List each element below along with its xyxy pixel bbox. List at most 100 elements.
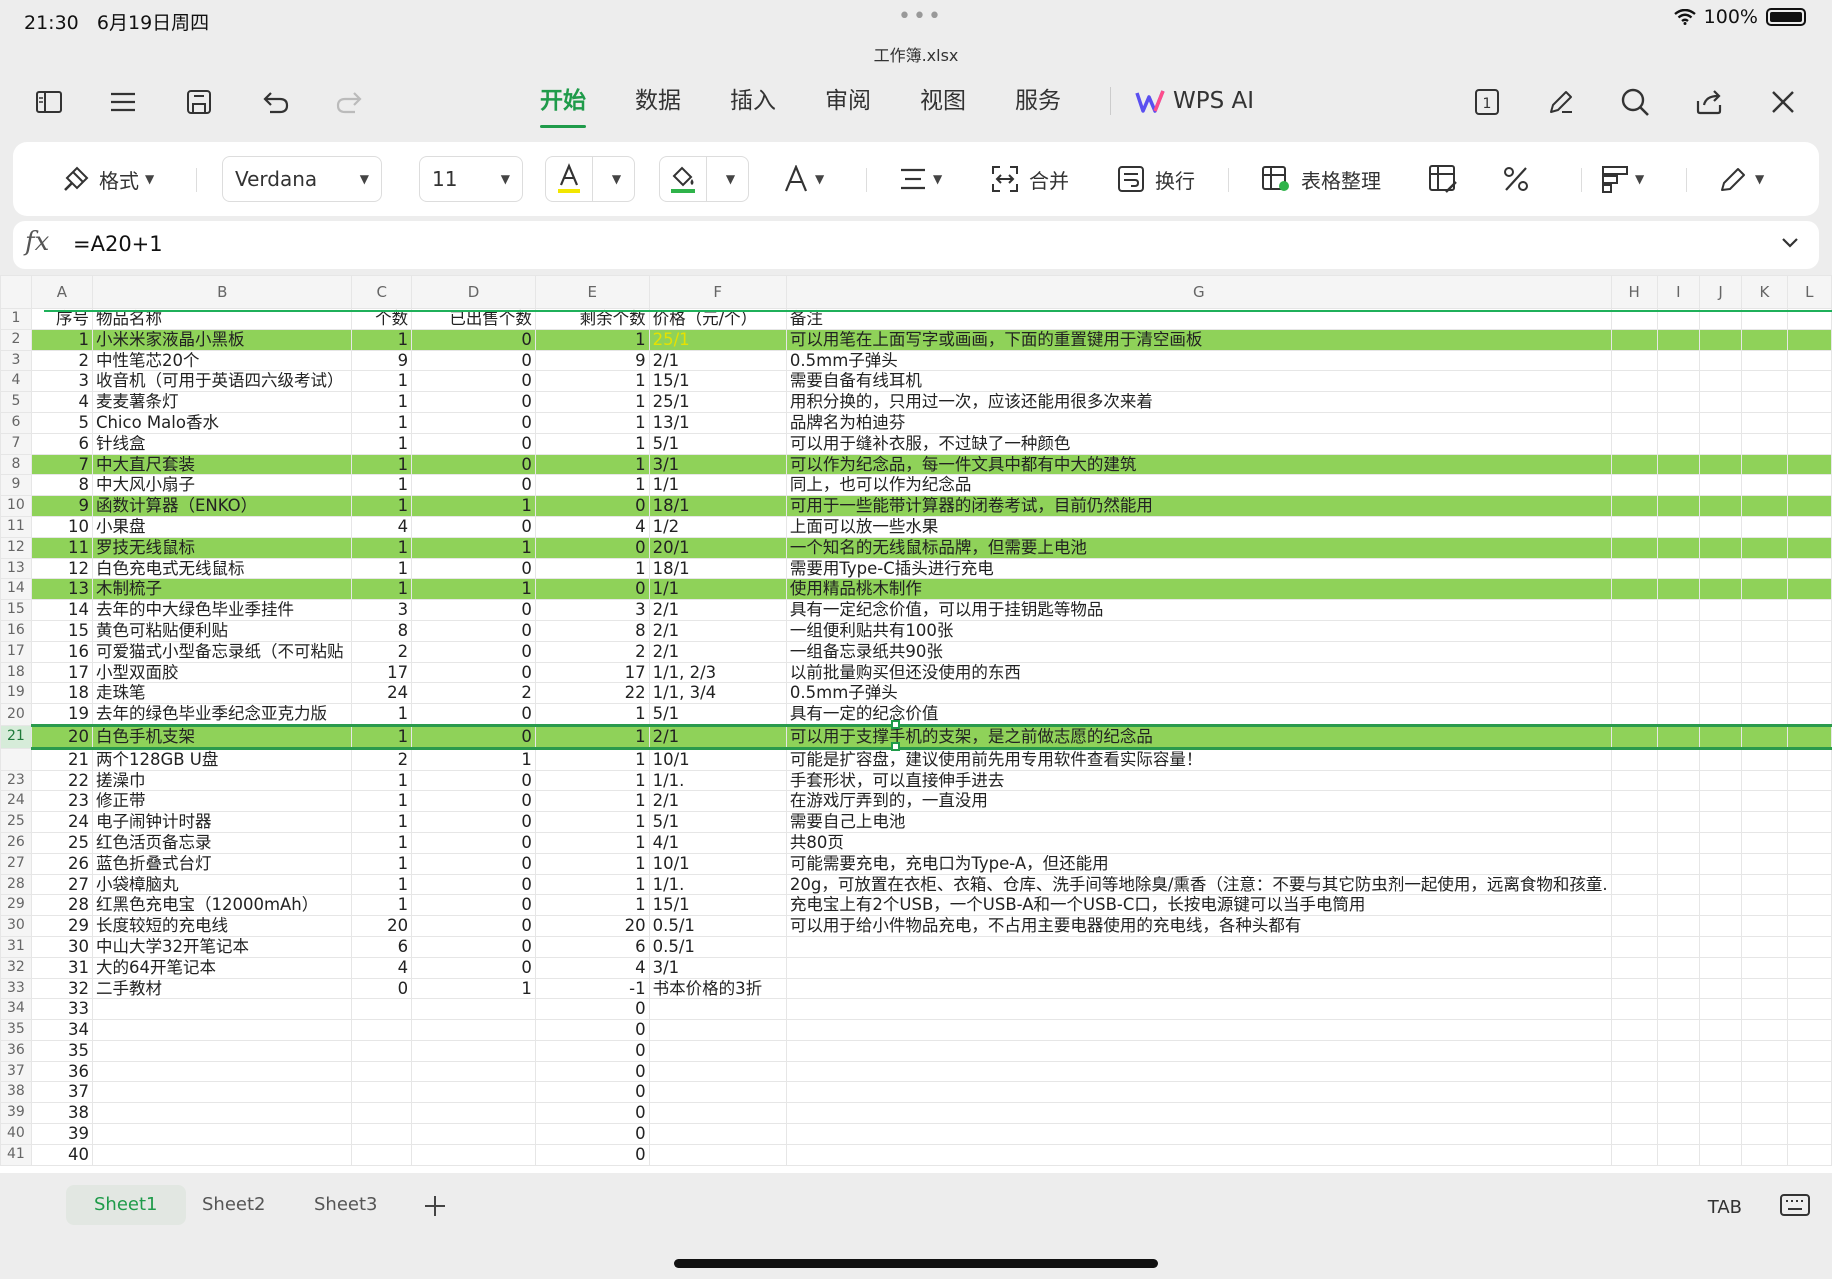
cell-empty[interactable] <box>1741 852 1788 875</box>
cell-a[interactable]: 28 <box>30 894 93 917</box>
cell-c[interactable]: 3 <box>351 599 413 621</box>
row-header[interactable]: 12 <box>0 536 32 559</box>
cell-b[interactable]: 小米米家液晶小黑板 <box>91 328 353 351</box>
cell-empty[interactable] <box>1741 536 1788 559</box>
cell-empty[interactable] <box>1656 349 1700 372</box>
table-row[interactable]: 28 27 小袋樟脑丸 1 0 1 1/1. 20g，可放置在衣柜、衣箱、仓库、洗手间等地除臭… <box>0 873 1832 896</box>
cell-e[interactable]: 1 <box>534 328 650 351</box>
cell-f[interactable] <box>648 1102 787 1125</box>
cell-empty[interactable] <box>1698 349 1743 372</box>
cell-empty[interactable] <box>1741 977 1788 1000</box>
cell-b[interactable] <box>91 1039 353 1062</box>
cell-empty[interactable] <box>1656 1102 1700 1125</box>
cell-d[interactable] <box>411 998 536 1021</box>
cell-a[interactable]: 2 <box>30 349 93 372</box>
cell-e[interactable]: 1 <box>534 852 650 875</box>
table-row[interactable]: 20 19 去年的绿色毕业季纪念亚克力版 1 0 1 5/1 具有一定的纪念价值 <box>0 703 1832 726</box>
cell-empty[interactable] <box>1786 1123 1832 1145</box>
row-header[interactable]: 19 <box>0 682 32 705</box>
cell-empty[interactable] <box>1698 432 1743 455</box>
cell-empty[interactable] <box>1610 661 1658 684</box>
cell-empty[interactable] <box>1610 811 1658 833</box>
cell-empty[interactable] <box>1698 682 1743 705</box>
cell-empty[interactable] <box>1610 723 1658 750</box>
cell-d[interactable]: 0 <box>411 391 536 413</box>
row-header[interactable]: 36 <box>0 1039 32 1062</box>
cell-d[interactable] <box>411 1060 536 1083</box>
cell-a[interactable]: 3 <box>30 370 93 393</box>
row-header[interactable]: 41 <box>0 1143 32 1166</box>
cell-c[interactable] <box>351 1039 413 1062</box>
cell-empty[interactable] <box>1786 370 1832 393</box>
cell-e[interactable]: 1 <box>534 747 650 771</box>
cell-g[interactable] <box>785 1143 1612 1166</box>
cell-f[interactable]: 1/1. <box>648 873 787 896</box>
cell-empty[interactable] <box>1698 1060 1743 1083</box>
sheet-tab-2[interactable]: Sheet2 <box>174 1185 294 1225</box>
row-header[interactable]: 40 <box>0 1123 32 1145</box>
cell-empty[interactable] <box>1656 811 1700 833</box>
cell-empty[interactable] <box>1610 1123 1658 1145</box>
cell-e[interactable]: 1 <box>534 873 650 896</box>
cell-empty[interactable] <box>1656 1039 1700 1062</box>
table-row[interactable]: 27 26 蓝色折叠式台灯 1 0 1 10/1 可能需要充电，充电口为Type-A，但还能用 <box>0 852 1832 875</box>
cell-empty[interactable] <box>1741 1019 1788 1041</box>
cell-c[interactable]: 1 <box>351 411 413 434</box>
cell-empty[interactable] <box>1656 370 1700 393</box>
wps-ai-button[interactable]: WPS AI <box>1135 88 1254 114</box>
cell-empty[interactable] <box>1656 682 1700 705</box>
cell-f[interactable]: 0.5/1 <box>648 915 787 937</box>
cell-a[interactable]: 15 <box>30 619 93 642</box>
cell-a[interactable]: 5 <box>30 411 93 434</box>
cell-g[interactable] <box>785 1039 1612 1062</box>
cell-empty[interactable] <box>1610 349 1658 372</box>
row-header[interactable]: 38 <box>0 1081 32 1104</box>
grid-table[interactable]: A B C D E F G H I J K L 1 序号 物品名称 个数 已出售个数 剩余… <box>0 275 1832 1166</box>
cell-f[interactable]: 18/1 <box>648 495 787 517</box>
cell-a[interactable]: 38 <box>30 1102 93 1125</box>
row-header[interactable]: 14 <box>0 578 32 601</box>
cell-d[interactable]: 0 <box>411 723 536 750</box>
cell-c[interactable]: 4 <box>351 956 413 979</box>
cell-empty[interactable] <box>1698 977 1743 1000</box>
cell-b[interactable]: 红黑色充电宝（12000mAh） <box>91 894 353 917</box>
cell-empty[interactable] <box>1741 495 1788 517</box>
cell-b[interactable]: 小袋樟脑丸 <box>91 873 353 896</box>
cell-b[interactable]: 黄色可粘贴便利贴 <box>91 619 353 642</box>
cell-empty[interactable] <box>1786 536 1832 559</box>
table-row[interactable]: 35 34 0 <box>0 1019 1832 1041</box>
cell-e[interactable]: 0 <box>534 578 650 601</box>
cell-c[interactable] <box>351 1102 413 1125</box>
cell-d[interactable]: 0 <box>411 915 536 937</box>
table-row[interactable]: 23 22 搓澡巾 1 0 1 1/1. 手套形状，可以直接伸手进去 <box>0 769 1832 792</box>
cell-c[interactable]: 1 <box>351 328 413 351</box>
cell-empty[interactable] <box>1741 873 1788 896</box>
cell-e[interactable]: 1 <box>534 411 650 434</box>
cell-format-button[interactable] <box>1428 142 1458 216</box>
row-header[interactable]: 9 <box>0 474 32 497</box>
row-header[interactable]: 33 <box>0 977 32 1000</box>
cell-empty[interactable] <box>1786 578 1832 601</box>
cell-e[interactable]: 20 <box>534 915 650 937</box>
cell-a[interactable]: 19 <box>30 703 93 726</box>
cell-f[interactable] <box>648 1060 787 1083</box>
cell-f[interactable]: 25/1 <box>648 391 787 413</box>
cell-empty[interactable] <box>1610 432 1658 455</box>
cell-a[interactable]: 32 <box>30 977 93 1000</box>
cell-g[interactable]: 同上，也可以作为纪念品 <box>785 474 1612 497</box>
cell-d[interactable]: 0 <box>411 831 536 854</box>
cell-empty[interactable] <box>1698 661 1743 684</box>
cell-empty[interactable] <box>1741 1060 1788 1083</box>
table-row[interactable]: 17 16 可爱猫式小型备忘录纸（不可粘贴 2 0 2 2/1 一组备忘录纸共90张 <box>0 640 1832 663</box>
cell-g[interactable]: 20g，可放置在衣柜、衣箱、仓库、洗手间等地除臭/熏香（注意：不要与其它防虫剂一… <box>785 873 1612 896</box>
cell-c[interactable]: 1 <box>351 852 413 875</box>
row-header[interactable]: 11 <box>0 515 32 538</box>
cell-b[interactable]: 搓澡巾 <box>91 769 353 792</box>
cell-empty[interactable] <box>1786 852 1832 875</box>
row-header[interactable]: 21 <box>0 724 32 749</box>
cell-f[interactable]: 1/1, 2/3 <box>648 661 787 684</box>
cell-d[interactable]: 1 <box>411 495 536 517</box>
font-family-select[interactable]: Verdana ▼ <box>222 156 382 202</box>
cell-empty[interactable] <box>1656 578 1700 601</box>
cell-g[interactable]: 共80页 <box>785 831 1612 854</box>
